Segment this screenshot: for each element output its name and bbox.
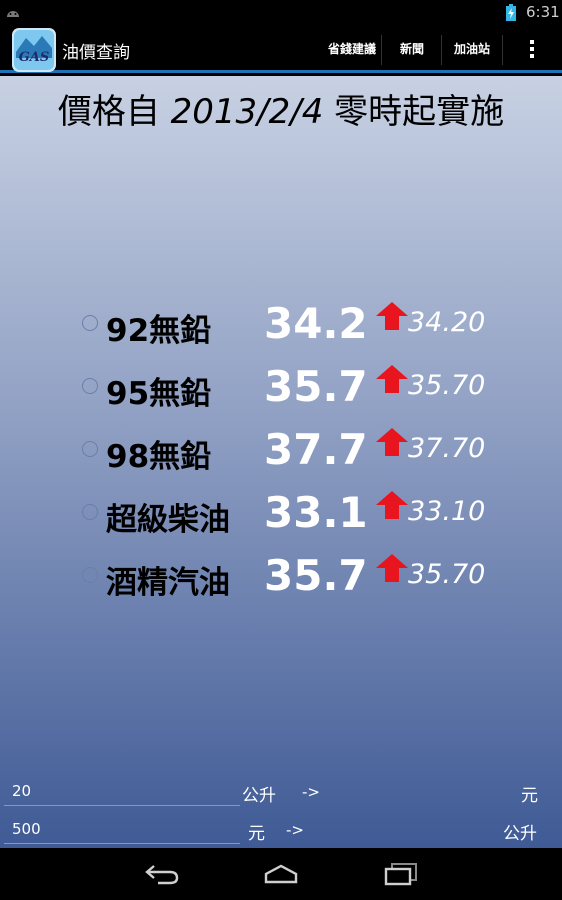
effective-date-heading: 價格自 2013/2/4 零時起實施 xyxy=(0,84,562,133)
action-saving-tips[interactable]: 省錢建議 xyxy=(328,40,376,57)
fuel-radio[interactable] xyxy=(82,567,98,583)
price-up-arrow-icon xyxy=(376,365,408,393)
android-notification-icon xyxy=(7,11,19,17)
action-news[interactable]: 新聞 xyxy=(400,40,424,57)
fuel-radio[interactable] xyxy=(82,441,98,457)
gas-app-logo-icon[interactable]: GAS xyxy=(12,28,56,72)
effective-prefix: 價格自 xyxy=(57,92,171,132)
fuel-name: 98無鉛 xyxy=(106,439,212,475)
price-up-arrow-icon xyxy=(376,554,408,582)
previous-price: 35.70 xyxy=(408,559,486,590)
fuel-price: 34.2 xyxy=(264,299,368,348)
fuel-row-ethanol[interactable]: 酒精汽油 35.7 35.70 xyxy=(0,549,562,609)
action-divider xyxy=(441,35,442,65)
liters-to-money-row: 公升 -> 元 xyxy=(0,776,562,812)
previous-price: 34.20 xyxy=(408,307,486,338)
fuel-row-diesel[interactable]: 超級柴油 33.1 33.10 xyxy=(0,486,562,546)
navigation-bar xyxy=(0,848,562,900)
recent-apps-icon[interactable] xyxy=(383,862,419,886)
status-bar: 6:31 xyxy=(0,0,562,25)
svg-text:GAS: GAS xyxy=(19,50,50,65)
price-up-arrow-icon xyxy=(376,302,408,330)
action-divider xyxy=(502,35,503,65)
effective-suffix: 零時起實施 xyxy=(323,92,505,132)
previous-price: 35.70 xyxy=(408,370,486,401)
home-icon[interactable] xyxy=(263,862,299,886)
battery-charging-icon xyxy=(506,4,516,21)
app-title: 油價查詢 xyxy=(62,43,130,63)
action-divider xyxy=(381,35,382,65)
price-up-arrow-icon xyxy=(376,428,408,456)
action-bar: GAS 油價查詢 省錢建議 新聞 加油站 xyxy=(0,25,562,73)
fuel-name: 92無鉛 xyxy=(106,313,212,349)
fuel-radio[interactable] xyxy=(82,315,98,331)
fuel-row-92[interactable]: 92無鉛 34.2 34.20 xyxy=(0,297,562,357)
action-gas-stations[interactable]: 加油站 xyxy=(454,40,490,57)
money-input[interactable] xyxy=(4,814,240,844)
fuel-row-95[interactable]: 95無鉛 35.7 35.70 xyxy=(0,360,562,420)
back-icon[interactable] xyxy=(144,862,180,886)
convert-arrow: -> xyxy=(302,783,320,801)
fuel-name: 95無鉛 xyxy=(106,376,212,412)
fuel-price: 35.7 xyxy=(264,362,368,411)
liters-unit-label: 公升 xyxy=(242,786,276,806)
fuel-price: 35.7 xyxy=(264,551,368,600)
money-unit-label: 元 xyxy=(248,824,265,844)
convert-arrow: -> xyxy=(286,821,304,839)
money-to-liters-row: 元 -> 公升 xyxy=(0,814,562,850)
fuel-radio[interactable] xyxy=(82,378,98,394)
previous-price: 33.10 xyxy=(408,496,486,527)
fuel-price: 33.1 xyxy=(264,488,368,537)
fuel-name: 酒精汽油 xyxy=(106,565,230,601)
price-up-arrow-icon xyxy=(376,491,408,519)
price-panel: 價格自 2013/2/4 零時起實施 92無鉛 34.2 34.20 95無鉛 … xyxy=(0,76,562,848)
fuel-radio[interactable] xyxy=(82,504,98,520)
effective-date: 2013/2/4 xyxy=(170,92,324,132)
previous-price: 37.70 xyxy=(408,433,486,464)
liters-result-unit: 公升 xyxy=(503,824,537,844)
liters-input[interactable] xyxy=(4,776,240,806)
money-result-unit: 元 xyxy=(521,786,538,806)
clock: 6:31 xyxy=(526,3,560,21)
fuel-name: 超級柴油 xyxy=(106,502,230,538)
fuel-row-98[interactable]: 98無鉛 37.7 37.70 xyxy=(0,423,562,483)
overflow-menu-icon[interactable] xyxy=(522,37,542,61)
fuel-price: 37.7 xyxy=(264,425,368,474)
